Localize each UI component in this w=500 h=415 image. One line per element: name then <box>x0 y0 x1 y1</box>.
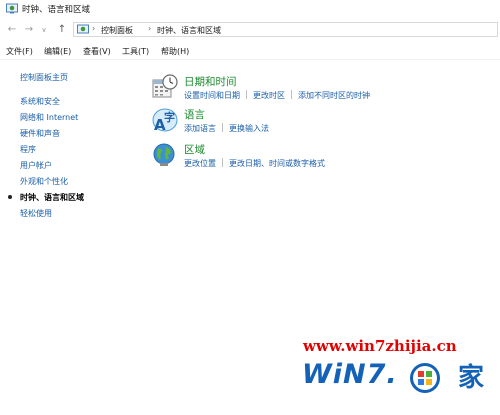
category-title-date-time[interactable]: 日期和时间 <box>184 74 237 89</box>
menu-view[interactable]: 查看(V) <box>83 46 111 57</box>
link-add-clocks[interactable]: 添加不同时区的时钟 <box>298 91 370 100</box>
breadcrumb-control-panel[interactable]: 控制面板 <box>101 25 133 36</box>
sidebar: 控制面板主页 系统和安全 网络和 Internet 硬件和声音 程序 用户帐户 … <box>0 60 140 230</box>
menu-help[interactable]: 帮助(H) <box>161 46 189 57</box>
link-change-location[interactable]: 更改位置 <box>184 159 216 168</box>
breadcrumb-separator-icon: › <box>148 24 152 33</box>
watermark-url: www.win7zhijia.cn <box>303 337 457 355</box>
category-language: A 字 语言 添加语言 更换输入法 <box>152 107 492 147</box>
svg-text:字: 字 <box>164 110 175 124</box>
language-icon[interactable]: A 字 <box>152 107 178 133</box>
forward-arrow-icon[interactable]: → <box>23 24 35 36</box>
address-input[interactable]: › 控制面板 › 时钟、语言和区域 <box>73 22 498 37</box>
globe-icon[interactable] <box>152 142 178 168</box>
control-panel-icon <box>77 24 89 34</box>
watermark-jia: 家 <box>458 363 485 393</box>
category-links-date-time: 设置时间和日期 更改时区 添加不同时区的时钟 <box>184 90 370 101</box>
sidebar-item-user-accounts[interactable]: 用户帐户 <box>20 160 52 171</box>
category-links-language: 添加语言 更换输入法 <box>184 123 269 134</box>
back-arrow-icon[interactable]: ← <box>6 24 18 36</box>
windows-logo-icon <box>410 363 440 393</box>
link-set-time-date[interactable]: 设置时间和日期 <box>184 91 240 100</box>
link-change-date-time-number-format[interactable]: 更改日期、时间或数字格式 <box>229 159 325 168</box>
category-title-language[interactable]: 语言 <box>184 107 205 122</box>
sidebar-item-hardware-sound[interactable]: 硬件和声音 <box>20 128 60 139</box>
watermark-brand: WiN7. <box>302 359 398 390</box>
link-change-time-zone[interactable]: 更改时区 <box>253 91 285 100</box>
menu-file[interactable]: 文件(F) <box>6 46 33 57</box>
sidebar-item-clock-language-region: 时钟、语言和区域 <box>20 193 84 202</box>
link-divider <box>291 90 292 99</box>
breadcrumb-clock-language-region[interactable]: 时钟、语言和区域 <box>157 25 221 36</box>
menu-bar: 文件(F) 编辑(E) 查看(V) 工具(T) 帮助(H) <box>0 43 500 60</box>
category-links-region: 更改位置 更改日期、时间或数字格式 <box>184 158 325 169</box>
watermark: www.win7zhijia.cn WiN7. 家 <box>300 337 500 415</box>
sidebar-item-programs[interactable]: 程序 <box>20 144 36 155</box>
sidebar-item-ease-of-access[interactable]: 轻松使用 <box>20 208 52 219</box>
link-change-input-method[interactable]: 更换输入法 <box>229 124 269 133</box>
sidebar-item-appearance[interactable]: 外观和个性化 <box>20 176 68 187</box>
sidebar-item-network-internet[interactable]: 网络和 Internet <box>20 112 78 123</box>
link-divider <box>246 90 247 99</box>
address-bar: ← → ∨ ↑ › 控制面板 › 时钟、语言和区域 <box>0 20 500 40</box>
chevron-down-icon[interactable]: ∨ <box>38 24 50 36</box>
title-bar: 时钟、语言和区域 <box>0 0 500 18</box>
menu-edit[interactable]: 编辑(E) <box>44 46 71 57</box>
current-item-bullet-icon <box>8 195 12 199</box>
category-region: 区域 更改位置 更改日期、时间或数字格式 <box>152 142 492 182</box>
link-divider <box>222 123 223 132</box>
menu-tools[interactable]: 工具(T) <box>122 46 149 57</box>
window-title: 时钟、语言和区域 <box>22 5 91 15</box>
link-divider <box>222 158 223 167</box>
control-panel-icon <box>6 3 18 14</box>
link-add-language[interactable]: 添加语言 <box>184 124 216 133</box>
category-title-region[interactable]: 区域 <box>184 142 205 157</box>
up-arrow-icon[interactable]: ↑ <box>56 24 68 36</box>
clock-calendar-icon[interactable] <box>152 74 178 100</box>
sidebar-item-system-security[interactable]: 系统和安全 <box>20 96 60 107</box>
breadcrumb-separator-icon: › <box>92 24 96 33</box>
sidebar-item-control-panel-home[interactable]: 控制面板主页 <box>20 72 68 83</box>
